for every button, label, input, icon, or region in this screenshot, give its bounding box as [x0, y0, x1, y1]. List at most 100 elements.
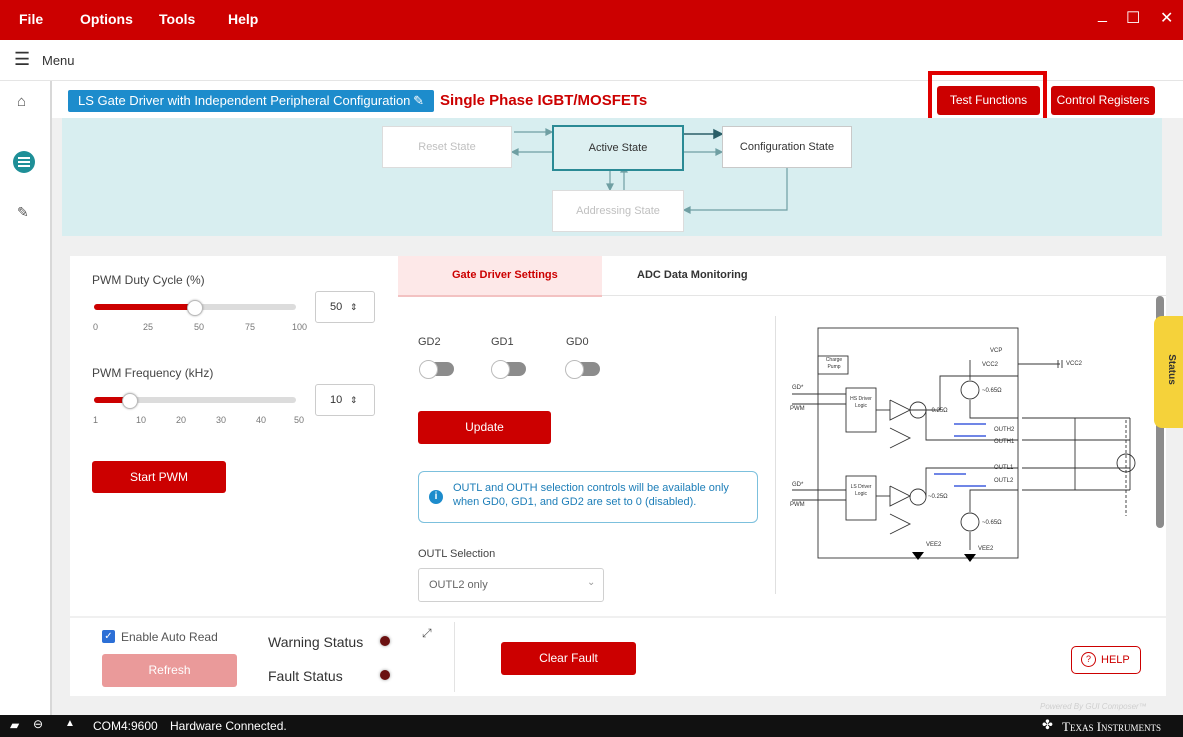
- outl-selection-label: OUTL Selection: [418, 548, 496, 560]
- fault-status-label: Fault Status: [268, 668, 343, 684]
- hs-logic-label: HS Driver Logic: [850, 396, 872, 409]
- caret-up-icon[interactable]: ▲: [65, 718, 75, 729]
- outl2-label: OUTL2: [994, 478, 1014, 484]
- left-nav: ⌂ ✎: [0, 81, 52, 715]
- start-pwm-button[interactable]: Start PWM: [92, 461, 226, 493]
- gd0-toggle[interactable]: [565, 360, 600, 379]
- expand-icon[interactable]: ⤢: [422, 626, 432, 641]
- close-button[interactable]: ✕: [1160, 8, 1173, 28]
- info-icon: i: [429, 490, 443, 504]
- page-subtitle: Single Phase IGBT/MOSFETs: [440, 92, 648, 109]
- duty-tick: 75: [245, 322, 256, 332]
- charge-pump-label: Charge Pump: [825, 357, 843, 370]
- outh2-label: OUTH2: [994, 427, 1015, 433]
- gd1-toggle[interactable]: [491, 360, 526, 379]
- test-functions-button[interactable]: Test Functions: [937, 86, 1040, 115]
- tab-adc-label: ADC Data Monitoring: [637, 269, 748, 281]
- outl1-label: OUTL1: [994, 465, 1014, 471]
- hamburger-icon[interactable]: ☰: [14, 50, 30, 68]
- freq-tick: 30: [216, 415, 227, 425]
- control-registers-button[interactable]: Control Registers: [1051, 86, 1155, 115]
- gd2-toggle[interactable]: [419, 360, 454, 379]
- auto-read-checkbox[interactable]: ✓: [102, 630, 115, 643]
- menu-options[interactable]: Options: [80, 11, 133, 27]
- home-icon[interactable]: ⌂: [17, 93, 26, 110]
- duty-tick: 50: [194, 322, 205, 332]
- footer-panel: ✓ Enable Auto Read Refresh Warning Statu…: [70, 618, 1166, 696]
- chevron-down-icon: ⌄: [587, 577, 596, 588]
- gd2-label: GD2: [418, 336, 441, 348]
- menu-tools[interactable]: Tools: [159, 11, 195, 27]
- state-reset[interactable]: Reset State: [382, 126, 512, 168]
- spinner-icon[interactable]: ⇕: [350, 385, 358, 415]
- menu-label[interactable]: Menu: [42, 53, 75, 68]
- pencil-icon[interactable]: ✎: [17, 204, 29, 221]
- gd1-label: GD1: [491, 336, 514, 348]
- duty-input[interactable]: 50 ⇕: [315, 291, 375, 323]
- freq-input[interactable]: 10 ⇕: [315, 384, 375, 416]
- duty-slider-thumb[interactable]: [187, 300, 203, 316]
- gd-top-label: GD*: [792, 385, 804, 391]
- help-button[interactable]: ? HELP: [1071, 646, 1141, 674]
- spinner-icon[interactable]: ⇕: [350, 292, 358, 322]
- outl-select[interactable]: OUTL2 only ⌄: [418, 568, 604, 602]
- state-active[interactable]: Active State: [552, 125, 684, 171]
- duty-tick: 100: [292, 322, 308, 332]
- sliders-icon[interactable]: [13, 151, 35, 173]
- toggle-knob: [565, 360, 584, 379]
- info-text: OUTL and OUTH selection controls will be…: [453, 482, 729, 508]
- vcc2-label: VCC2: [982, 362, 999, 368]
- freq-tick: 40: [256, 415, 267, 425]
- status-side-tab[interactable]: Status: [1154, 316, 1183, 428]
- pwm-bot-label: PWM: [790, 502, 805, 508]
- tablet-icon[interactable]: ▰: [10, 718, 19, 732]
- menu-file[interactable]: File: [19, 11, 43, 27]
- refresh-button[interactable]: Refresh: [102, 654, 237, 687]
- maximize-button[interactable]: ☐: [1126, 8, 1140, 28]
- info-box: i OUTL and OUTH selection controls will …: [418, 471, 758, 523]
- edit-pencil-icon[interactable]: ✎: [413, 90, 424, 112]
- duty-input-value: 50: [330, 301, 343, 313]
- menu-help[interactable]: Help: [228, 11, 258, 27]
- r3-label: ~0.25Ω: [928, 494, 948, 500]
- tab-adc-data-monitoring[interactable]: ADC Data Monitoring: [602, 256, 1166, 296]
- state-configuration[interactable]: Configuration State: [722, 126, 852, 168]
- outl-select-value: OUTL2 only: [429, 579, 488, 591]
- freq-tick: 20: [176, 415, 187, 425]
- powered-by: Powered By GUI Composer™: [1040, 702, 1147, 711]
- duty-slider-fill: [94, 304, 195, 310]
- duty-cycle-label: PWM Duty Cycle (%): [92, 273, 205, 287]
- state-addressing[interactable]: Addressing State: [552, 190, 684, 232]
- freq-tick: 10: [136, 415, 147, 425]
- toggle-knob: [491, 360, 510, 379]
- link-icon[interactable]: ⊖: [33, 717, 43, 731]
- outh1-label: OUTH1: [994, 439, 1015, 445]
- freq-tick: 50: [294, 415, 305, 425]
- vcp-label: VCP: [990, 348, 1003, 354]
- frequency-label: PWM Frequency (kHz): [92, 366, 214, 380]
- gd-bot-label: GD*: [792, 482, 804, 488]
- ti-logo-icon: ✤: [1042, 717, 1053, 732]
- minimize-button[interactable]: _: [1098, 6, 1107, 24]
- freq-slider-thumb[interactable]: [122, 393, 139, 409]
- vee2a-label: VEE2: [926, 542, 942, 548]
- config-chip-label: LS Gate Driver with Independent Peripher…: [78, 93, 411, 108]
- tab-gate-driver-settings[interactable]: Gate Driver Settings: [398, 256, 602, 297]
- divider: [775, 316, 776, 594]
- status-tab-label: Status: [1165, 354, 1177, 385]
- vee2b-label: VEE2: [978, 546, 994, 552]
- fault-led: [380, 670, 390, 680]
- update-button[interactable]: Update: [418, 411, 551, 444]
- pwm-panel: PWM Duty Cycle (%) 50 ⇕ 0 25 50 75 100 P…: [70, 256, 398, 616]
- config-chip[interactable]: LS Gate Driver with Independent Peripher…: [68, 90, 434, 112]
- driver-schematic: Charge Pump VCP VCC2 VCC2 HS Driver Logi…: [790, 320, 1156, 566]
- gd0-label: GD0: [566, 336, 589, 348]
- brand-label: Texas Instruments: [1062, 719, 1162, 734]
- duty-tick: 0: [93, 322, 99, 332]
- freq-tick: 1: [93, 415, 99, 425]
- status-bar: ▰ ⊖ ▲ COM4:9600 Hardware Connected. ✤ Te…: [0, 715, 1183, 737]
- help-label: HELP: [1101, 654, 1130, 666]
- r2-label: ~0.25Ω: [928, 408, 948, 414]
- title-menu-bar: File Options Tools Help _ ☐ ✕: [0, 0, 1183, 40]
- clear-fault-button[interactable]: Clear Fault: [501, 642, 636, 675]
